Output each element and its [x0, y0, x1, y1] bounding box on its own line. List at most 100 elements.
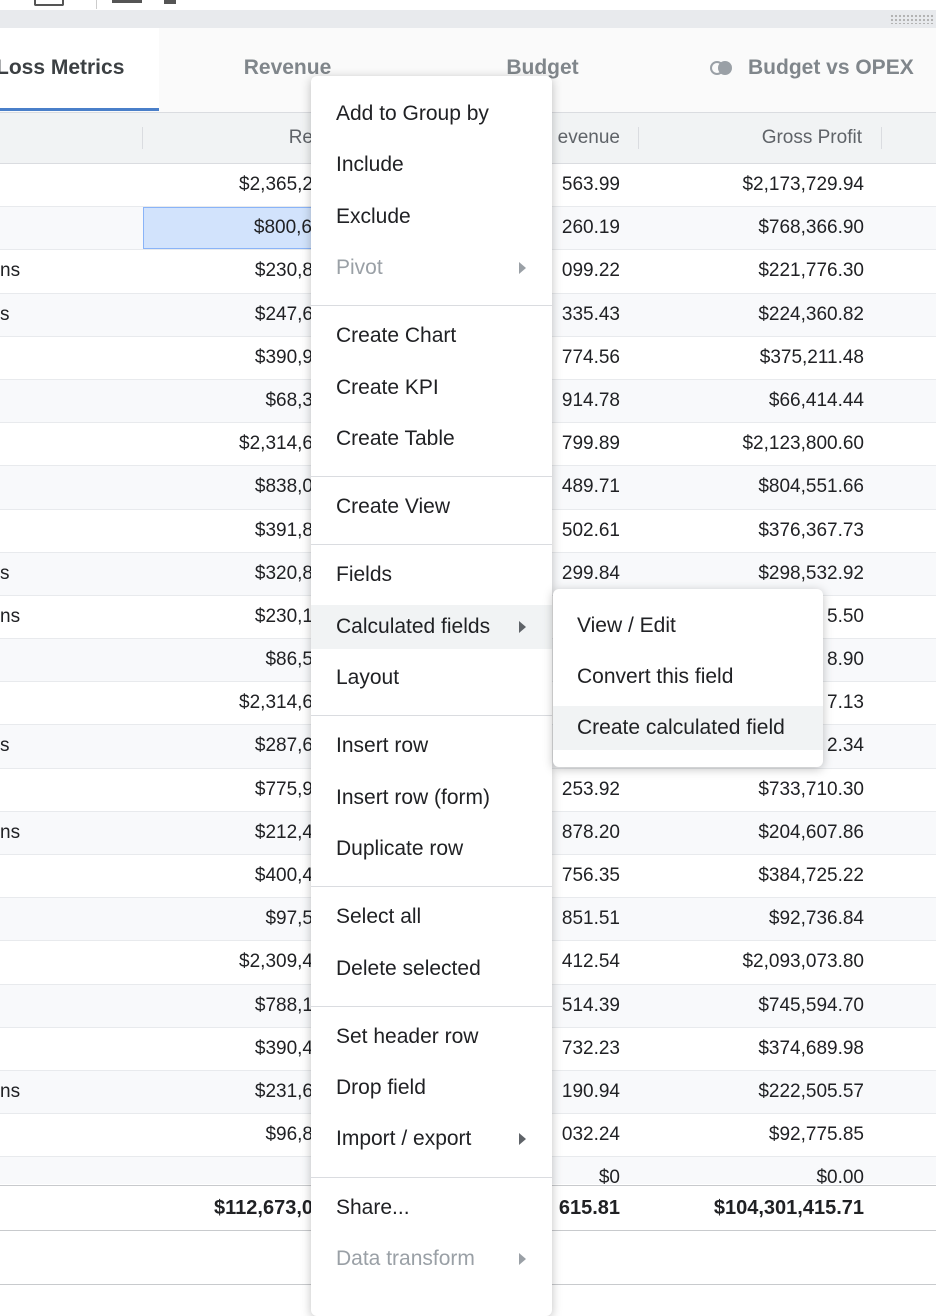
table-cell[interactable]: $92,775.85 — [640, 1114, 864, 1156]
toolbar-grid-icon[interactable] — [34, 0, 64, 6]
menu-item-create-table[interactable]: Create Table — [311, 417, 552, 461]
table-cell[interactable]: $0.00 — [640, 1157, 864, 1184]
menu-separator — [311, 1176, 552, 1178]
menu-item-delete-selected[interactable]: Delete selected — [311, 947, 552, 991]
table-cell[interactable]: $400,4 — [143, 855, 313, 897]
table-cell[interactable]: $66,414.44 — [640, 380, 864, 422]
table-cell[interactable]: $86,5 — [143, 639, 313, 681]
table-cell[interactable]: $224,360.82 — [640, 294, 864, 336]
table-cell[interactable] — [0, 164, 30, 206]
toolbar-more-icon[interactable] — [164, 0, 176, 4]
table-cell[interactable]: $247,6 — [143, 294, 313, 336]
table-cell[interactable]: $287,6 — [143, 725, 313, 767]
table-cell[interactable]: $733,710.30 — [640, 769, 864, 811]
table-cell[interactable]: $320,8 — [143, 553, 313, 595]
submenu-item-create-calculated-field[interactable]: Create calculated field — [553, 706, 823, 750]
table-cell[interactable] — [0, 985, 30, 1027]
table-cell[interactable] — [143, 1157, 313, 1184]
table-cell[interactable]: $2,365,2 — [143, 164, 313, 206]
drag-handle-icon[interactable] — [890, 14, 934, 24]
table-cell[interactable] — [0, 855, 30, 897]
table-cell[interactable]: ns — [0, 596, 30, 638]
table-cell[interactable]: $221,776.30 — [640, 250, 864, 292]
table-cell[interactable]: $838,0 — [143, 466, 313, 508]
table-cell[interactable] — [0, 682, 30, 724]
table-cell[interactable]: $231,6 — [143, 1071, 313, 1113]
menu-item-layout[interactable]: Layout — [311, 656, 552, 700]
table-cell[interactable] — [0, 1157, 30, 1184]
table-cell[interactable]: $2,314,6 — [143, 682, 313, 724]
tab-budget-vs-opex[interactable]: Budget vs OPEX — [670, 28, 936, 108]
table-cell[interactable] — [0, 466, 30, 508]
table-cell[interactable]: $800,6 — [143, 207, 313, 250]
table-cell[interactable]: $2,314,6 — [143, 423, 313, 465]
table-cell[interactable]: $775,9 — [143, 769, 313, 811]
menu-item-insert-row-form[interactable]: Insert row (form) — [311, 776, 552, 820]
table-cell[interactable]: s — [0, 725, 30, 767]
table-cell[interactable] — [0, 1028, 30, 1070]
menu-item-insert-row[interactable]: Insert row — [311, 724, 552, 768]
table-cell[interactable]: $804,551.66 — [640, 466, 864, 508]
menu-item-create-chart[interactable]: Create Chart — [311, 314, 552, 358]
menu-item-fields[interactable]: Fields — [311, 553, 552, 597]
table-cell[interactable]: $204,607.86 — [640, 812, 864, 854]
submenu-item-view-edit[interactable]: View / Edit — [553, 604, 823, 648]
table-cell[interactable] — [0, 639, 30, 681]
table-cell[interactable]: $376,367.73 — [640, 510, 864, 552]
table-cell[interactable] — [0, 510, 30, 552]
table-cell[interactable] — [0, 941, 30, 983]
table-cell[interactable]: $745,594.70 — [640, 985, 864, 1027]
table-cell[interactable] — [0, 1114, 30, 1156]
table-cell[interactable] — [0, 423, 30, 465]
table-cell[interactable]: $384,725.22 — [640, 855, 864, 897]
table-cell[interactable]: $92,736.84 — [640, 898, 864, 940]
menu-item-share[interactable]: Share... — [311, 1186, 552, 1230]
table-cell[interactable]: $391,8 — [143, 510, 313, 552]
table-cell[interactable]: $230,8 — [143, 250, 313, 292]
table-cell[interactable]: $788,1 — [143, 985, 313, 1027]
menu-item-set-header-row[interactable]: Set header row — [311, 1015, 552, 1059]
tab-label: Loss Metrics — [0, 56, 125, 79]
table-cell[interactable] — [0, 769, 30, 811]
table-cell[interactable] — [0, 207, 30, 249]
table-cell[interactable]: $68,3 — [143, 380, 313, 422]
menu-item-add-to-group-by[interactable]: Add to Group by — [311, 92, 552, 136]
menu-item-create-view[interactable]: Create View — [311, 485, 552, 529]
menu-item-duplicate-row[interactable]: Duplicate row — [311, 827, 552, 871]
table-cell[interactable]: s — [0, 294, 30, 336]
tab-loss-metrics[interactable]: Loss Metrics — [0, 28, 159, 111]
table-cell[interactable]: $2,173,729.94 — [640, 164, 864, 206]
menu-item-label: Fields — [336, 563, 393, 587]
table-cell[interactable]: $97,5 — [143, 898, 313, 940]
menu-item-include[interactable]: Include — [311, 143, 552, 187]
menu-item-drop-field[interactable]: Drop field — [311, 1066, 552, 1110]
toolbar-list-icon[interactable] — [112, 0, 142, 3]
table-cell[interactable]: $96,8 — [143, 1114, 313, 1156]
table-cell[interactable]: $390,9 — [143, 337, 313, 379]
table-cell[interactable]: $2,123,800.60 — [640, 423, 864, 465]
table-cell[interactable]: $375,211.48 — [640, 337, 864, 379]
table-cell[interactable] — [0, 898, 30, 940]
column-header-revenue[interactable]: Re — [143, 113, 313, 163]
table-cell[interactable]: $212,4 — [143, 812, 313, 854]
table-cell[interactable]: $390,4 — [143, 1028, 313, 1070]
menu-item-calculated-fields[interactable]: Calculated fields — [311, 604, 552, 649]
menu-item-select-all[interactable]: Select all — [311, 895, 552, 939]
table-cell[interactable]: $374,689.98 — [640, 1028, 864, 1070]
table-cell[interactable]: $230,1 — [143, 596, 313, 638]
table-cell[interactable]: s — [0, 553, 30, 595]
table-cell[interactable] — [0, 337, 30, 379]
menu-item-create-kpi[interactable]: Create KPI — [311, 366, 552, 410]
submenu-item-convert-this-field[interactable]: Convert this field — [553, 655, 823, 699]
menu-item-exclude[interactable]: Exclude — [311, 195, 552, 239]
menu-item-import-export[interactable]: Import / export — [311, 1117, 552, 1161]
table-cell[interactable]: $222,505.57 — [640, 1071, 864, 1113]
table-cell[interactable] — [0, 380, 30, 422]
table-cell[interactable]: $2,093,073.80 — [640, 941, 864, 983]
table-cell[interactable]: ns — [0, 1071, 30, 1113]
table-cell[interactable]: ns — [0, 250, 30, 292]
column-header-gross-profit[interactable]: Gross Profit — [640, 113, 862, 163]
table-cell[interactable]: $768,366.90 — [640, 207, 864, 249]
table-cell[interactable]: $2,309,4 — [143, 941, 313, 983]
table-cell[interactable]: ns — [0, 812, 30, 854]
